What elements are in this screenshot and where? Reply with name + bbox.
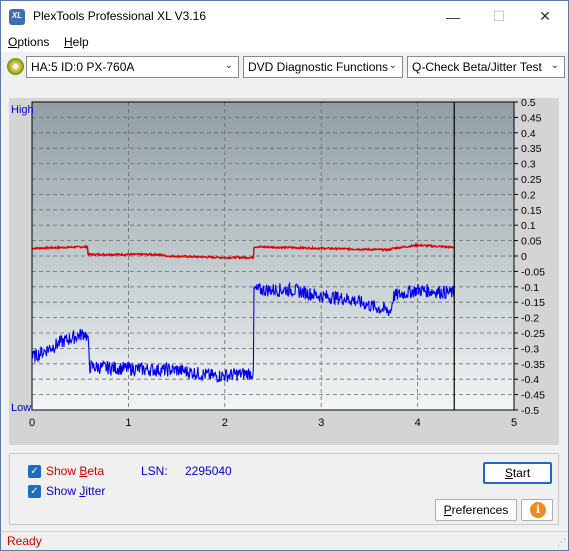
y-tick-label: 0.2: [521, 189, 536, 201]
app-logo-icon: XL: [9, 9, 25, 25]
y-tick-label: -0.1: [521, 282, 539, 294]
y-tick-label: 0.25: [521, 174, 542, 186]
chart-svg: 0.5 0.45 0.4 0.35 0.3 0.25 0.2 0.15 0.1 0.05 0 -0.0…: [11, 98, 545, 429]
x-tick-label: 5: [511, 417, 517, 429]
control-panel: ✓ Show Beta ✓ Show Jitter LSN: 2295040 S…: [9, 453, 559, 525]
menu-bar: Options Help: [1, 32, 568, 52]
minimize-button[interactable]: —: [430, 1, 476, 32]
y-tick-label: 0.45: [521, 112, 542, 124]
y-tick-label: -0.25: [521, 328, 545, 340]
y-tick-label: 0.35: [521, 143, 542, 155]
y-tick-label: 0.1: [521, 220, 536, 232]
y-tick-label: 0.4: [521, 128, 536, 140]
preferences-button[interactable]: Preferences: [435, 499, 517, 521]
show-beta-label[interactable]: Show Beta: [46, 464, 104, 478]
lsn-label: LSN:: [141, 464, 168, 478]
info-button[interactable]: i: [521, 499, 553, 521]
show-beta-checkbox[interactable]: ✓: [28, 465, 41, 478]
menu-help[interactable]: Help: [64, 35, 89, 49]
maximize-button[interactable]: ☐: [476, 1, 522, 32]
high-label: High: [11, 104, 34, 116]
y-tick-label: -0.15: [521, 297, 545, 309]
show-jitter-checkbox[interactable]: ✓: [28, 485, 41, 498]
status-text: Ready: [7, 534, 42, 548]
toolbar: HA:5 ID:0 PX-760A ⌄ DVD Diagnostic Funct…: [1, 52, 568, 82]
y-tick-label: -0.45: [521, 390, 545, 402]
y-tick-label: -0.35: [521, 359, 545, 371]
x-tick-label: 3: [318, 417, 324, 429]
y-tick-label: -0.05: [521, 266, 545, 278]
app-window: XL PlexTools Professional XL V3.16 — ☐ ✕…: [0, 0, 569, 551]
show-jitter-label[interactable]: Show Jitter: [46, 484, 105, 498]
y-tick-label: -0.2: [521, 313, 539, 325]
x-tick-label: 4: [415, 417, 421, 429]
info-icon: i: [530, 502, 546, 518]
window-title: PlexTools Professional XL V3.16: [33, 9, 206, 23]
x-tick-label: 2: [222, 417, 228, 429]
function-select[interactable]: DVD Diagnostic Functions ⌄: [243, 56, 403, 78]
chevron-down-icon: ⌄: [224, 60, 233, 71]
lsn-value: 2295040: [185, 464, 232, 478]
beta-jitter-chart: 0.5 0.45 0.4 0.35 0.3 0.25 0.2 0.15 0.1 0.05 0 -0.0…: [9, 98, 559, 445]
start-button[interactable]: Start: [483, 462, 552, 484]
y-tick-label: 0: [521, 251, 527, 263]
low-label: Low: [11, 402, 31, 414]
disc-drive-icon: [7, 58, 24, 75]
y-tick-label: 0.15: [521, 205, 542, 217]
resize-grip-icon[interactable]: ⋰: [557, 537, 566, 548]
menu-options[interactable]: Options: [8, 35, 49, 49]
close-button[interactable]: ✕: [522, 1, 568, 32]
y-tick-label: 0.3: [521, 159, 536, 171]
y-tick-label: -0.3: [521, 343, 539, 355]
status-bar: Ready ⋰: [1, 531, 568, 550]
y-tick-label: -0.4: [521, 374, 539, 386]
test-select[interactable]: Q-Check Beta/Jitter Test ⌄: [407, 56, 565, 78]
y-tick-label: -0.5: [521, 405, 539, 417]
chevron-down-icon: ⌄: [550, 60, 559, 71]
drive-select[interactable]: HA:5 ID:0 PX-760A ⌄: [26, 56, 239, 78]
title-bar: XL PlexTools Professional XL V3.16 — ☐ ✕: [1, 1, 568, 32]
y-tick-label: 0.05: [521, 236, 542, 248]
x-tick-label: 0: [29, 417, 35, 429]
y-tick-label: 0.5: [521, 98, 536, 109]
x-tick-label: 1: [125, 417, 131, 429]
chevron-down-icon: ⌄: [388, 60, 397, 71]
